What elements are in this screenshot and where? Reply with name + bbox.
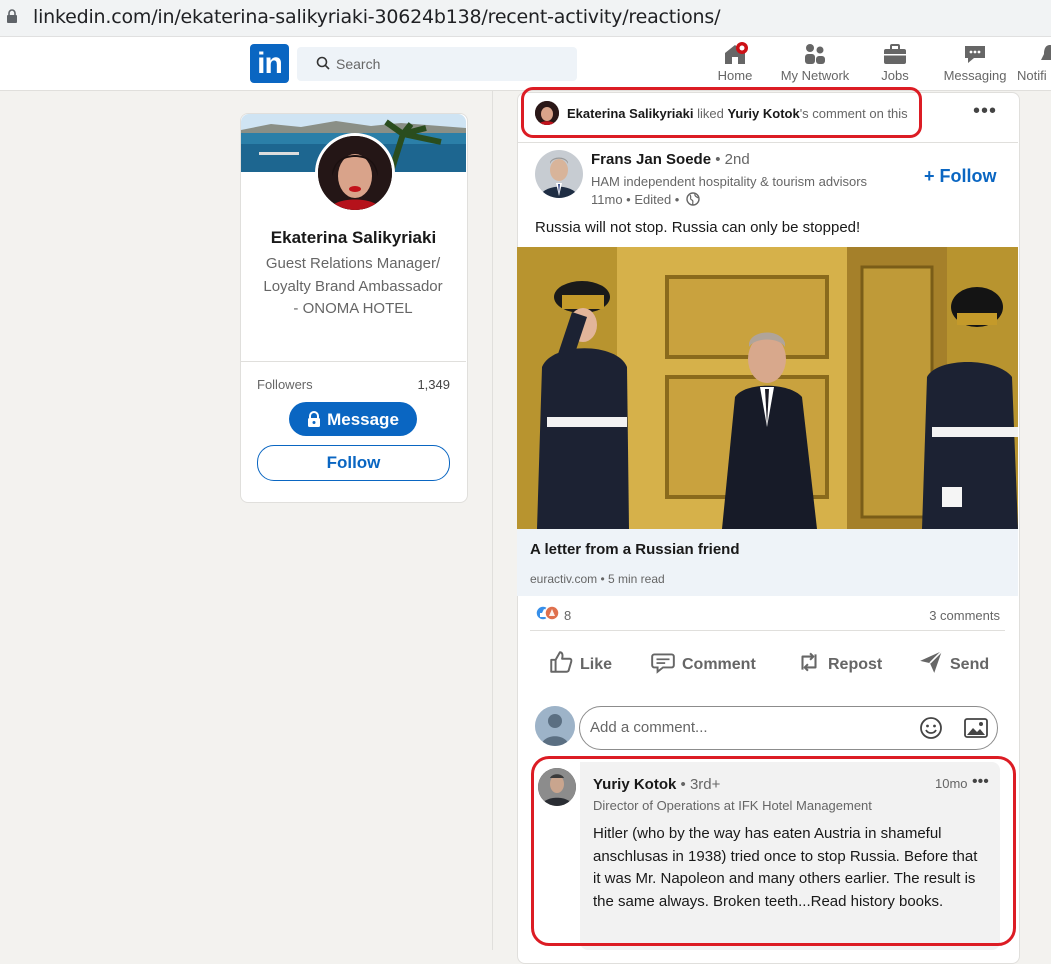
activity-divider (518, 142, 1018, 143)
post-image[interactable] (517, 247, 1018, 529)
send-label: Send (950, 656, 990, 673)
send-icon (920, 650, 943, 673)
nav-my-network[interactable]: My Network (776, 42, 854, 83)
author-photo (535, 150, 583, 198)
author-headline: HAM independent hospitality & tourism ad… (591, 174, 868, 189)
nav-label: My Network (780, 68, 850, 83)
like-icon (550, 651, 573, 673)
like-label: Like (580, 656, 613, 673)
send-button[interactable]: Send (918, 648, 989, 682)
nav-jobs[interactable]: Jobs (876, 42, 914, 83)
message-button[interactable]: Message (289, 402, 417, 436)
nav-label: Messaging (943, 68, 1007, 83)
bell-icon (1041, 45, 1051, 60)
linkedin-logo[interactable]: in (250, 44, 289, 83)
network-icon (805, 44, 825, 64)
repost-icon (801, 652, 817, 672)
profile-name[interactable]: Ekaterina Salikyriaki (241, 228, 466, 248)
globe-icon (686, 192, 700, 206)
follow-button[interactable]: Follow (257, 445, 450, 481)
card-divider (241, 361, 466, 362)
repost-label: Repost (828, 656, 883, 673)
feed-divider (492, 90, 493, 950)
profile-avatar[interactable] (315, 133, 395, 213)
current-user-avatar[interactable] (535, 706, 575, 746)
profile-headline: Guest Relations Manager/ Loyalty Brand A… (263, 255, 443, 317)
comment-button[interactable]: Comment (650, 648, 756, 682)
comment-icon (651, 653, 675, 674)
search-icon (316, 56, 330, 70)
author-avatar[interactable] (535, 150, 583, 198)
browser-url[interactable]: linkedin.com/in/ekaterina-salikyriaki-30… (33, 6, 720, 28)
home-icon (725, 42, 748, 64)
message-button-label: Message (327, 410, 399, 429)
image-icon[interactable] (963, 716, 989, 740)
briefcase-icon (884, 44, 906, 64)
link-title[interactable]: A letter from a Russian friend (530, 541, 740, 558)
author-degree: • 2nd (711, 151, 750, 168)
nav-home[interactable]: Home (714, 42, 756, 83)
post-more-button[interactable]: ••• (973, 101, 1001, 124)
nav-label: Home (717, 68, 753, 83)
author-name-text: Frans Jan Soede (591, 151, 712, 168)
lock-icon (7, 9, 17, 23)
lock-icon (308, 411, 321, 427)
post-time-text: 11mo • Edited • (591, 192, 680, 207)
author-name[interactable]: Frans Jan Soede • 2nd (591, 151, 750, 168)
comment-input[interactable] (590, 713, 890, 741)
post-timestamp: 11mo • Edited • (591, 192, 700, 207)
followers-count: 1,349 (417, 377, 450, 392)
reaction-count[interactable]: 8 (564, 608, 571, 623)
emoji-icon[interactable] (919, 716, 943, 740)
like-button[interactable]: Like (548, 648, 612, 682)
nav-notifications[interactable]: Notifi (1017, 42, 1051, 83)
followers-label: Followers (257, 377, 313, 392)
follow-author-button[interactable]: + Follow (924, 166, 997, 187)
repost-button[interactable]: Repost (796, 648, 882, 682)
nav-messaging[interactable]: Messaging (942, 42, 1008, 83)
profile-photo (318, 136, 392, 210)
messaging-icon (965, 46, 985, 63)
social-divider (530, 630, 1005, 631)
link-source: euractiv.com • 5 min read (530, 572, 665, 586)
comments-count[interactable]: 3 comments (900, 608, 1000, 623)
highlight-annotation (521, 87, 922, 138)
post-text: Russia will not stop. Russia can only be… (535, 219, 861, 236)
default-avatar-icon (535, 706, 575, 746)
search-input[interactable] (336, 48, 566, 80)
nav-label: Jobs (881, 68, 909, 83)
comment-label: Comment (682, 656, 756, 673)
nav-label: Notifi (1017, 68, 1047, 83)
highlight-annotation (531, 756, 1016, 946)
